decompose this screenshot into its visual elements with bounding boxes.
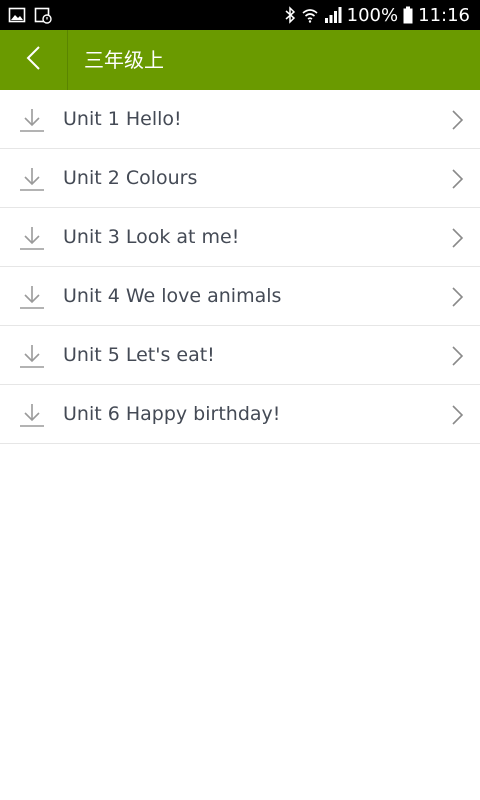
status-right: 100% 11:16 [284,0,470,30]
page-title: 三年级上 [84,48,164,72]
unit-label: Unit 3 Look at me! [63,226,240,248]
unit-label: Unit 6 Happy birthday! [63,403,281,425]
download-icon[interactable] [19,284,45,310]
image-icon [8,6,26,28]
list-item-unit-6[interactable]: Unit 6 Happy birthday! [0,385,480,444]
chevron-right-icon [450,109,464,131]
wifi-icon [301,6,319,24]
unit-list: Unit 1 Hello! Unit 2 Colours Unit 3 Look… [0,90,480,444]
status-time: 11:16 [418,4,470,26]
status-left-icons [8,6,52,28]
calendar-alarm-icon [34,6,52,28]
unit-label: Unit 5 Let's eat! [63,344,215,366]
unit-label: Unit 1 Hello! [63,108,182,130]
list-item-unit-5[interactable]: Unit 5 Let's eat! [0,326,480,385]
download-icon[interactable] [19,343,45,369]
list-item-unit-3[interactable]: Unit 3 Look at me! [0,208,480,267]
back-button[interactable] [0,30,68,90]
chevron-right-icon [450,227,464,249]
list-item-unit-2[interactable]: Unit 2 Colours [0,149,480,208]
app-bar: 三年级上 [0,30,480,90]
chevron-right-icon [450,168,464,190]
download-icon[interactable] [19,402,45,428]
chevron-right-icon [450,404,464,426]
download-icon[interactable] [19,107,45,133]
download-icon[interactable] [19,225,45,251]
battery-icon [403,6,413,24]
status-bar: 100% 11:16 [0,0,480,30]
unit-label: Unit 2 Colours [63,167,198,189]
chevron-left-icon [25,45,43,75]
list-item-unit-4[interactable]: Unit 4 We love animals [0,267,480,326]
unit-label: Unit 4 We love animals [63,285,282,307]
battery-percent: 100% [346,4,399,26]
app-bar-divider [67,30,68,90]
list-item-unit-1[interactable]: Unit 1 Hello! [0,90,480,149]
chevron-right-icon [450,286,464,308]
signal-icon [324,6,342,24]
download-icon[interactable] [19,166,45,192]
bluetooth-icon [284,6,296,24]
chevron-right-icon [450,345,464,367]
